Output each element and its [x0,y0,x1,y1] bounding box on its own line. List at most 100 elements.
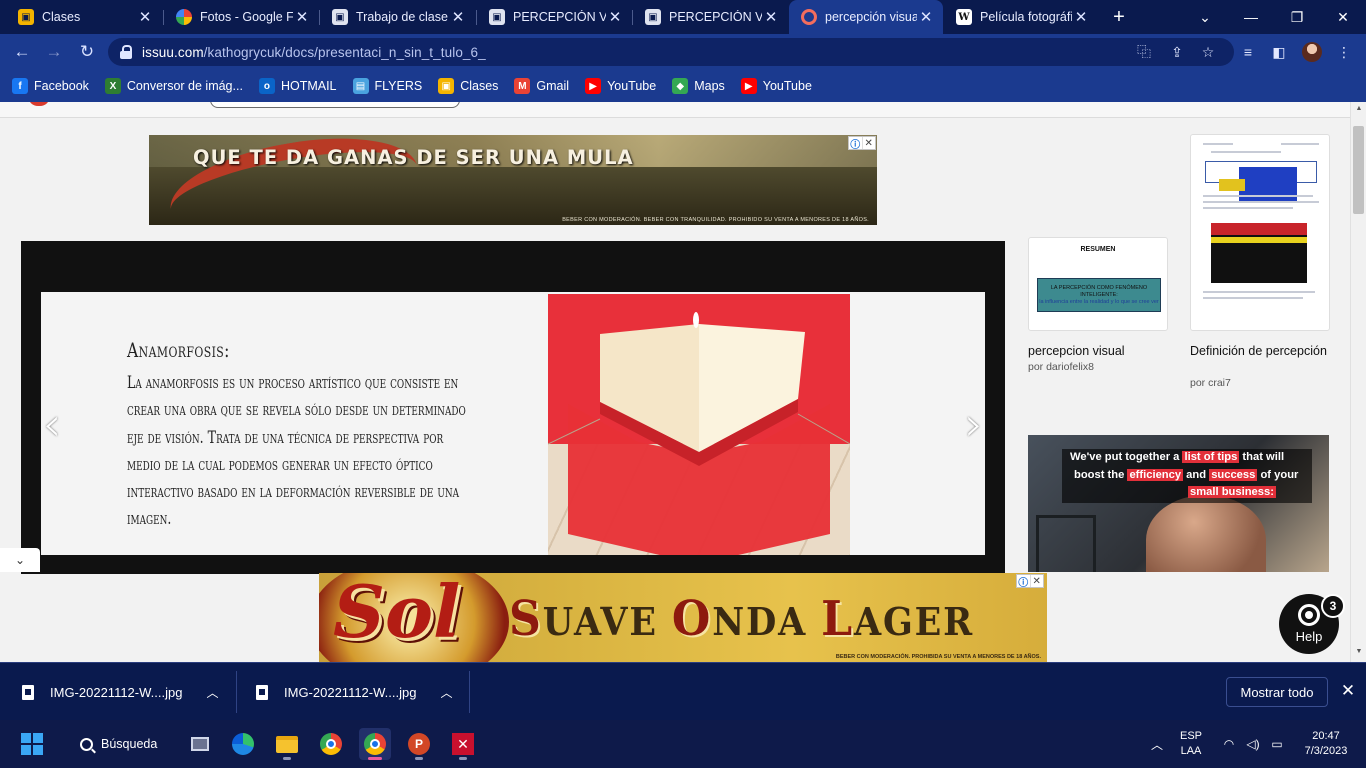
reading-list-icon[interactable]: ≡ [1239,43,1257,61]
scroll-down-icon[interactable]: ▼ [1354,648,1364,655]
chevron-up-icon[interactable]: ︿ [1147,720,1167,768]
tab-percepcion-vis-2[interactable]: ▣ PERCEPCIÓN VIS ✕ [633,0,788,34]
translate-icon[interactable]: ⿻ [1135,43,1153,61]
download-file-name: IMG-20221112-W....jpg [50,684,183,700]
thumbnail-box-line: INTELIGENTE: [1080,291,1118,298]
ad-slogan: SUAVE ONDA LAGER [509,591,974,647]
bookmark-item[interactable]: o HOTMAIL [258,78,337,94]
bookmark-item[interactable]: ▶ YouTube [740,78,812,94]
chrome-profile-icon[interactable] [359,728,391,760]
tab-percepcion-vis-1[interactable]: ▣ PERCEPCIÓN VIS ✕ [477,0,632,34]
profile-avatar[interactable] [1302,42,1322,62]
pdf-converter-icon[interactable]: ✕ [447,728,479,760]
browser-toolbar: ← → ↻ issuu.com/kathogrycuk/docs/present… [0,34,1366,70]
issuu-header-strip [0,102,1350,118]
tab-clases[interactable]: ▣ Clases ✕ [6,0,162,34]
bookmark-item[interactable]: ▣ Clases [438,78,498,94]
side-panel-icon[interactable]: ◧ [1270,43,1288,61]
next-page-arrow-icon[interactable]: › [959,401,989,447]
ad-banner-side[interactable]: We've put together a list of tips that w… [1028,435,1329,572]
bookmark-item[interactable]: ◆ Maps [672,78,725,94]
image-converter-icon: X [104,78,121,94]
start-button[interactable] [16,728,48,760]
maximize-button[interactable]: ❐ [1274,0,1320,34]
share-icon[interactable]: ⇪ [1168,43,1186,61]
ad-banner-top[interactable]: QUE TE DA GANAS DE SER UNA MULA BEBER CO… [149,135,877,225]
ad-info-icon[interactable]: ⓘ [849,137,862,151]
reload-icon[interactable]: ↻ [76,41,98,63]
minimize-button[interactable]: — [1228,0,1274,34]
tab-title: PERCEPCIÓN VIS [513,10,606,24]
bookmark-item[interactable]: X Conversor de imág... [104,78,243,94]
lock-icon[interactable] [120,45,132,59]
battery-icon[interactable]: ▭ [1266,720,1288,768]
bookmark-item[interactable]: ▤ FLYERS [352,78,422,94]
close-icon[interactable]: ✕ [449,8,467,26]
tab-trabajo-de-clase[interactable]: ▣ Trabajo de clase ✕ [320,0,475,34]
ad-choices-badge[interactable]: ⓘ ✕ [1016,574,1044,589]
page-scrollbar[interactable]: ▲ ▼ [1350,102,1366,662]
tab-pelicula-fotografica[interactable]: W Película fotográfi ✕ [944,0,1098,34]
task-view-icon[interactable] [184,728,216,760]
related-doc-thumbnail[interactable]: RESUMEN LA PERCEPCIÓN COMO FENÓMENO INTE… [1028,237,1168,331]
search-input[interactable] [210,102,460,108]
previous-page-arrow-icon[interactable]: ‹ [37,401,67,447]
chevron-up-icon[interactable]: ︿ [440,684,452,701]
scrollbar-thumb[interactable] [1353,126,1364,214]
close-icon[interactable]: ✕ [1072,8,1090,26]
close-icon[interactable]: ✕ [762,8,780,26]
chevron-up-icon[interactable]: ︿ [206,684,218,701]
bookmark-item[interactable]: M Gmail [514,78,569,94]
close-window-button[interactable]: ✕ [1320,0,1366,34]
show-all-downloads-button[interactable]: Mostrar todo [1226,677,1328,707]
related-doc-author[interactable]: por crai7 [1190,377,1231,389]
forward-arrow-icon[interactable]: → [43,41,65,63]
related-doc-title[interactable]: Definición de percepción [1190,343,1340,359]
close-icon[interactable]: ✕ [136,8,154,26]
powerpoint-icon[interactable]: P [403,728,435,760]
tab-fotos[interactable]: Fotos - Google F ✕ [164,0,319,34]
ad-choices-badge[interactable]: ⓘ ✕ [848,136,876,151]
volume-icon[interactable]: ◁) [1242,720,1264,768]
address-bar[interactable]: issuu.com/kathogrycuk/docs/presentaci_n_… [108,38,1234,66]
close-icon[interactable]: ✕ [917,8,935,26]
ad-banner-bottom[interactable]: Sol SUAVE ONDA LAGER BEBER CON MODERACIÓ… [319,573,1047,662]
edge-browser-icon[interactable] [227,728,259,760]
issuu-icon [801,9,817,25]
bookmark-item[interactable]: ▶ YouTube [585,78,656,94]
back-arrow-icon[interactable]: ← [11,41,33,63]
ad-close-icon[interactable]: ✕ [861,137,876,149]
related-doc-thumbnail[interactable] [1190,134,1330,331]
ad-highlight: list of tips [1182,451,1240,463]
tab-percepcion-visual-issuu[interactable]: percepción visua ✕ [789,0,943,34]
ad-close-icon[interactable]: ✕ [1029,575,1044,587]
download-item[interactable]: IMG-20221112-W....jpg ︿ [256,663,453,721]
download-item[interactable]: IMG-20221112-W....jpg ︿ [22,663,219,721]
input-language[interactable]: ESP LAA [1178,729,1204,759]
ad-info-icon[interactable]: ⓘ [1017,575,1030,589]
wifi-icon[interactable]: ◠ [1218,720,1240,768]
chrome-icon[interactable] [315,728,347,760]
new-tab-button[interactable]: + [1108,6,1130,28]
tab-search-button[interactable]: ⌄ [1182,0,1228,34]
bookmark-item[interactable]: f Facebook [12,78,89,94]
file-explorer-icon[interactable] [271,728,303,760]
bookmark-star-icon[interactable]: ☆ [1199,43,1217,61]
thumbnail-box-line: LA PERCEPCIÓN COMO FENÓMENO [1050,284,1148,291]
classroom-icon: ▣ [489,9,505,25]
close-downloads-bar-icon[interactable]: ✕ [1338,681,1358,703]
close-icon[interactable]: ✕ [293,8,311,26]
document-viewer[interactable]: Anamorfosis: La anamorfosis es un proces… [21,241,1005,574]
taskbar-search[interactable]: Búsqueda [64,728,184,760]
scroll-up-icon[interactable]: ▲ [1354,105,1364,112]
tab-title: Fotos - Google F [200,10,293,24]
related-doc-author[interactable]: por dariofelix8 [1028,361,1094,373]
menu-kebab-icon[interactable]: ⋮ [1335,43,1353,61]
related-doc-title[interactable]: percepcion visual [1028,343,1178,359]
youtube-icon: ▶ [585,78,602,94]
issuu-logo[interactable] [28,102,50,106]
taskbar-clock[interactable]: 20:47 7/3/2023 [1296,729,1356,759]
outlook-icon: o [258,78,275,94]
close-icon[interactable]: ✕ [606,8,624,26]
chevron-down-icon[interactable]: ⌄ [0,548,40,572]
